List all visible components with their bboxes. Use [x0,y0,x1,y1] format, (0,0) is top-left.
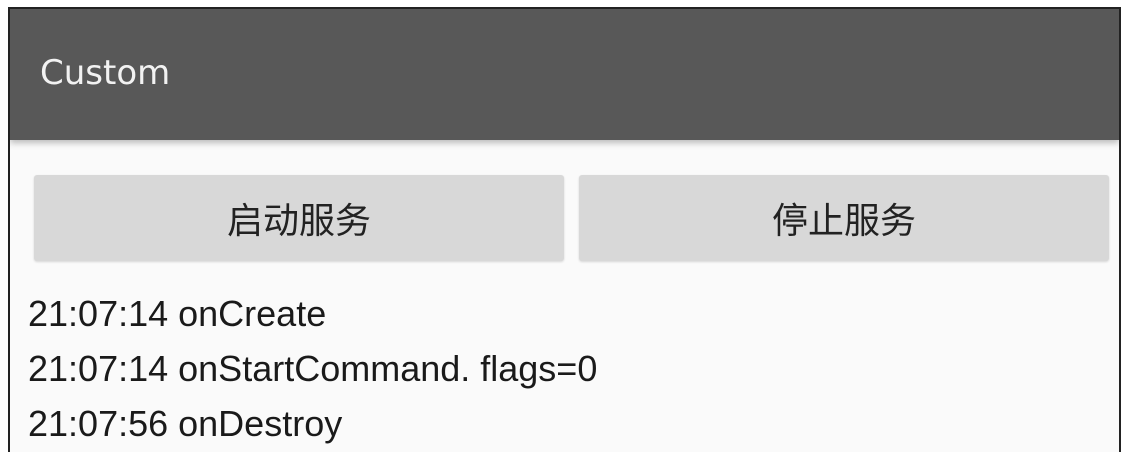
log-output: 21:07:14 onCreate 21:07:14 onStartComman… [28,286,1108,451]
action-bar: Custom [10,9,1119,140]
app-screen: Custom 启动服务 停止服务 21:07:14 onCreate 21:07… [8,7,1121,452]
start-service-button[interactable]: 启动服务 [34,175,564,261]
log-line: 21:07:56 onDestroy [28,403,343,444]
stop-service-button[interactable]: 停止服务 [579,175,1109,261]
log-line: 21:07:14 onStartCommand. flags=0 [28,348,598,389]
log-line: 21:07:14 onCreate [28,293,327,334]
app-title: Custom [40,53,171,93]
